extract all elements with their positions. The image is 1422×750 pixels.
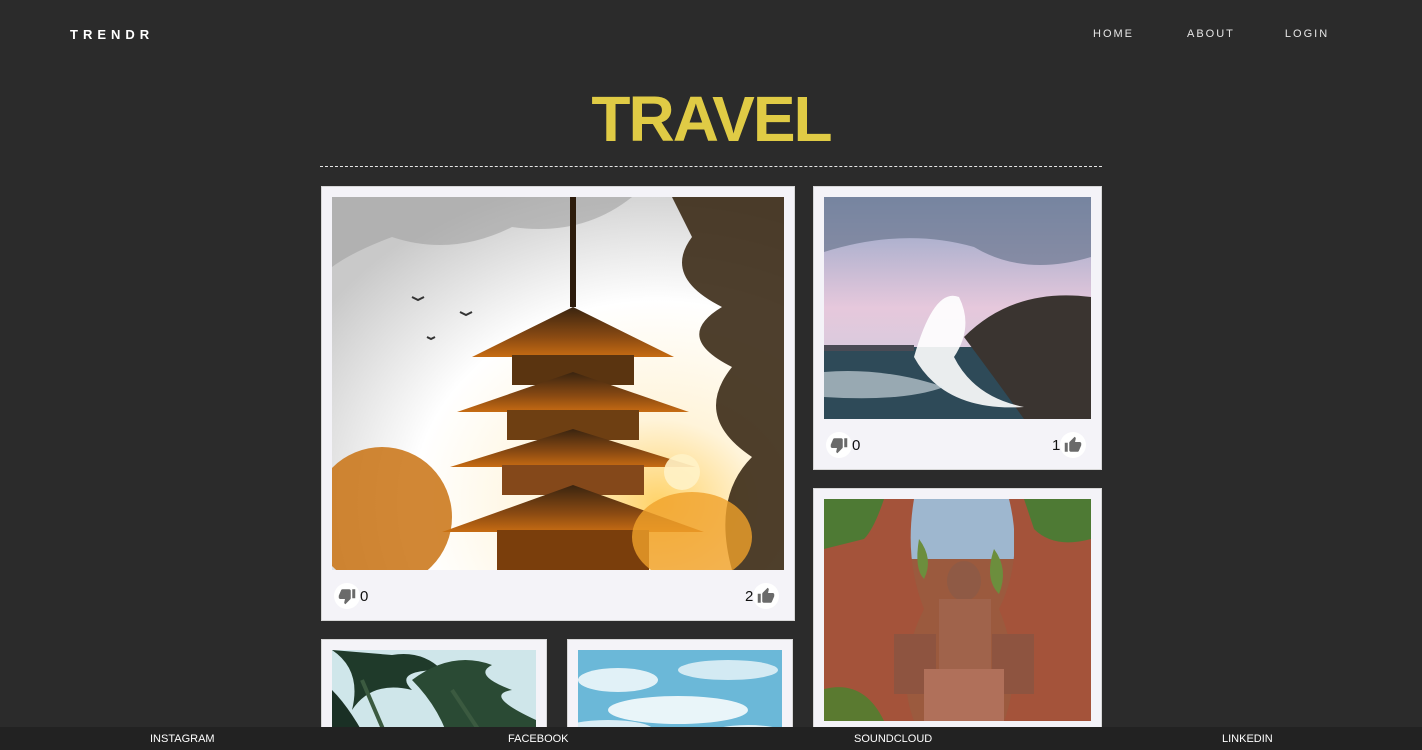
nav-home-link[interactable]: HOME	[1093, 28, 1134, 40]
thumbs-down-icon[interactable]	[334, 583, 360, 609]
footer-bar: INSTAGRAM FACEBOOK SOUNDCLOUD LINKEDIN	[0, 727, 1422, 750]
brand-logo[interactable]: TRENDR	[70, 27, 154, 42]
nav-about-link[interactable]: ABOUT	[1187, 28, 1235, 40]
footer-instagram-link[interactable]: INSTAGRAM	[150, 733, 215, 745]
post-card-wave: 0 1	[813, 186, 1102, 470]
dislike-count: 0	[852, 436, 861, 454]
footer-soundcloud-link[interactable]: SOUNDCLOUD	[854, 733, 932, 745]
like-count: 2	[745, 587, 754, 605]
footer-facebook-link[interactable]: FACEBOOK	[508, 733, 569, 745]
post-photo-pagoda[interactable]	[332, 197, 784, 570]
thumbs-down-icon[interactable]	[826, 432, 852, 458]
nav-login-link[interactable]: LOGIN	[1285, 28, 1329, 40]
page-title: TRAVEL	[591, 83, 832, 155]
post-photo-buddha[interactable]	[824, 499, 1091, 721]
post-card-buddha	[813, 488, 1102, 748]
post-card-pagoda: 0 2	[321, 186, 795, 621]
thumbs-up-icon[interactable]	[753, 583, 780, 609]
post-dislike[interactable]: 0	[826, 432, 860, 458]
post-like[interactable]: 1	[1052, 432, 1087, 458]
footer-linkedin-link[interactable]: LINKEDIN	[1222, 733, 1273, 745]
post-dislike[interactable]: 0	[334, 583, 368, 609]
dislike-count: 0	[360, 587, 369, 605]
like-count: 1	[1052, 436, 1061, 454]
title-divider	[320, 166, 1102, 167]
post-like[interactable]: 2	[745, 583, 780, 609]
post-photo-wave[interactable]	[824, 197, 1091, 419]
thumbs-up-icon[interactable]	[1060, 432, 1087, 458]
main-nav: HOME ABOUT LOGIN	[1093, 28, 1329, 40]
